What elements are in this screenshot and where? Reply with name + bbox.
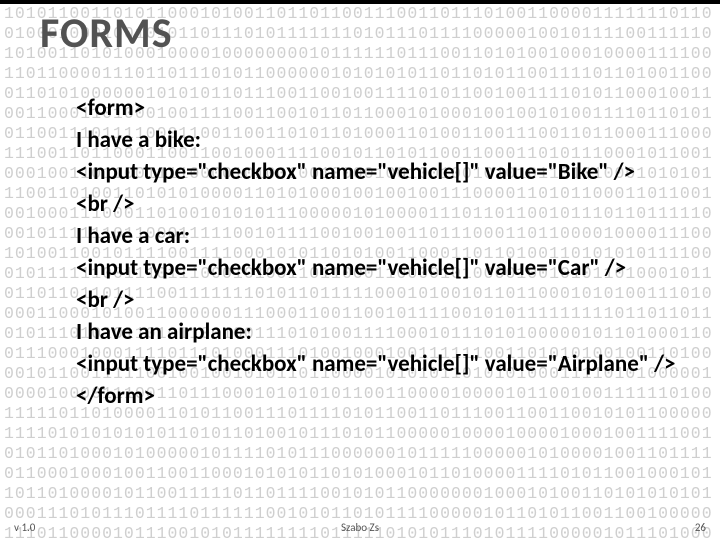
slide-title: FORMS xyxy=(40,8,173,59)
version-label: v 1.0 xyxy=(14,521,35,534)
page-number: 26 xyxy=(695,521,706,534)
code-line: I have an airplane: xyxy=(76,316,694,348)
code-line: <br /> xyxy=(76,188,694,220)
code-block: <form> I have a bike: <input type="check… xyxy=(76,92,694,412)
code-line: I have a car: xyxy=(76,220,694,252)
code-line: <input type="checkbox" name="vehicle[]" … xyxy=(76,156,694,188)
code-line: <input type="checkbox" name="vehicle[]" … xyxy=(76,348,694,380)
code-line: <form> xyxy=(76,92,694,124)
code-line: I have a bike: xyxy=(76,124,694,156)
code-line: <input type="checkbox" name="vehicle[]" … xyxy=(76,252,694,284)
code-line: </form> xyxy=(76,380,694,412)
author-label: Szabo Zs xyxy=(341,521,379,534)
code-line: <br /> xyxy=(76,284,694,316)
